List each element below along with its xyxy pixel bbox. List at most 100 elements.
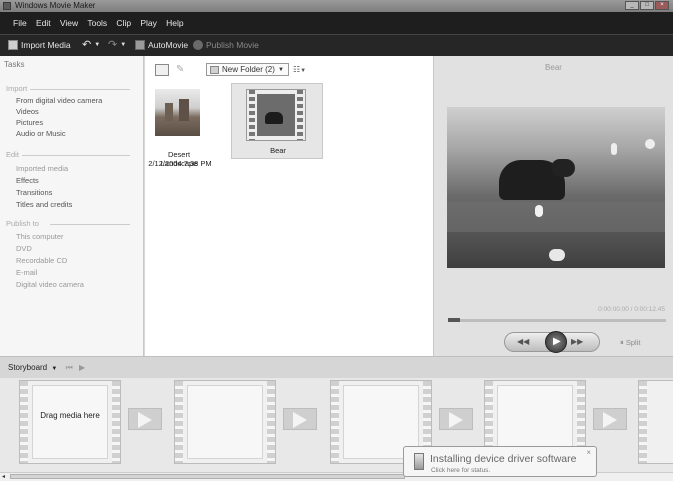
tasks-title: Tasks (4, 60, 25, 69)
publish-section-header: Publish to (6, 219, 39, 228)
playback-controls: ◀◀ ▶ ▶▶ (504, 331, 600, 353)
chevron-down-icon: ▼ (94, 42, 101, 48)
clip-thumbnail-desert[interactable] (155, 89, 200, 136)
scroll-thumb[interactable] (10, 474, 405, 479)
edit-section-header: Edit (6, 150, 19, 159)
task-this-computer[interactable]: This computer (16, 232, 64, 241)
automovie-button[interactable]: AutoMovie (135, 38, 188, 52)
automovie-label: AutoMovie (148, 40, 189, 50)
split-button[interactable]: ⏸ Split (620, 338, 640, 348)
publish-icon (193, 40, 203, 50)
chevron-down-icon: ▼ (300, 68, 307, 74)
folder-dropdown[interactable]: New Folder (2) ▼ (206, 63, 289, 76)
transition-slot[interactable] (283, 408, 317, 430)
clip-card-bear[interactable]: Bear (231, 83, 323, 159)
split-label: Split (625, 338, 641, 347)
scroll-left-icon[interactable]: ◂ (2, 473, 5, 480)
collections-icon[interactable]: ✎ (176, 64, 184, 75)
tasks-pane-toggle-button[interactable] (155, 64, 169, 76)
undo-button[interactable]: ↶ ▼ (82, 38, 100, 52)
publish-movie-button[interactable]: Publish Movie (193, 38, 259, 52)
play-icon: ▶ (553, 336, 561, 347)
task-dvd[interactable]: DVD (16, 244, 32, 253)
menu-help[interactable]: Help (166, 14, 183, 32)
transition-slot[interactable] (593, 408, 627, 430)
tasks-panel: Tasks Import From digital video camera V… (0, 56, 144, 356)
task-imported-media[interactable]: Imported media (16, 164, 68, 173)
clip-date-desert: 2/12/2004 7:38 PM (148, 159, 212, 168)
task-email[interactable]: E-mail (16, 268, 37, 277)
time-readout: 0:00:00.00 / 0:00:12.45 (598, 306, 665, 313)
divider (30, 89, 130, 90)
import-media-button[interactable]: Import Media (8, 38, 71, 52)
collection-panel: ✎ New Folder (2) ▼ ☷▼ Desert Landscape 2… (145, 56, 434, 356)
app-icon (3, 2, 11, 10)
chevron-down-icon: ▼ (278, 66, 284, 73)
storyboard-label: Storyboard (8, 363, 48, 372)
redo-icon: ↷ (108, 39, 118, 51)
menu-play[interactable]: Play (140, 14, 157, 32)
task-from-camera[interactable]: From digital video camera (16, 96, 102, 105)
forward-icon[interactable]: ▶▶ (571, 337, 583, 346)
task-videos[interactable]: Videos (16, 107, 39, 116)
play-button[interactable]: ▶ (545, 331, 567, 353)
window-title: Windows Movie Maker (15, 1, 96, 10)
menu-file[interactable]: File (13, 14, 27, 32)
storyboard-dropdown[interactable]: Storyboard ▼ ⏮ ▶ (8, 363, 85, 373)
maximize-button[interactable]: □ (640, 1, 654, 10)
folder-icon (210, 65, 219, 74)
transition-slot[interactable] (439, 408, 473, 430)
clip-name-bear: Bear (270, 146, 286, 155)
divider (50, 224, 130, 225)
undo-icon: ↶ (82, 39, 92, 51)
transition-slot[interactable] (128, 408, 162, 430)
driver-install-notification[interactable]: Installing device driver software Click … (403, 446, 597, 477)
clip-thumbnail-bear (246, 89, 306, 141)
preview-panel: Bear 0:00:00.00 / 0:00:12.45 ◀◀ ▶ ▶▶ ⏸ S… (434, 56, 673, 356)
minimize-button[interactable]: _ (625, 1, 639, 10)
preview-title: Bear (545, 63, 562, 72)
task-digital-camera[interactable]: Digital video camera (16, 280, 84, 289)
import-media-label: Import Media (21, 40, 71, 50)
import-section-header: Import (6, 84, 28, 93)
storyboard-bar: Storyboard ▼ ⏮ ▶ (0, 356, 673, 378)
video-preview (447, 107, 665, 268)
menu-view[interactable]: View (60, 14, 78, 32)
automovie-icon (135, 40, 145, 50)
task-effects[interactable]: Effects (16, 176, 39, 185)
rewind-icon[interactable]: ◀◀ (517, 337, 529, 346)
storyboard-frame[interactable] (638, 380, 673, 464)
task-audio[interactable]: Audio or Music (16, 129, 66, 138)
menu-clip[interactable]: Clip (116, 14, 131, 32)
window-controls: _ □ × (625, 1, 669, 10)
task-pictures[interactable]: Pictures (16, 118, 43, 127)
notification-subtitle: Click here for status. (431, 467, 491, 474)
storyboard-frame[interactable] (174, 380, 276, 464)
view-options-button[interactable]: ☷▼ (293, 65, 306, 74)
menu-bar: File Edit View Tools Clip Play Help (0, 12, 673, 34)
chevron-down-icon: ▼ (51, 366, 58, 372)
storyboard-frame[interactable]: Drag media here (19, 380, 121, 464)
close-icon[interactable]: × (586, 448, 591, 457)
redo-button[interactable]: ↷ ▼ (108, 38, 126, 52)
import-icon (8, 40, 18, 50)
drag-media-hint: Drag media here (40, 411, 100, 420)
toolbar: Import Media ↶ ▼ ↷ ▼ AutoMovie Publish M… (0, 34, 673, 56)
task-transitions[interactable]: Transitions (16, 188, 52, 197)
task-recordable-cd[interactable]: Recordable CD (16, 256, 67, 265)
divider (22, 155, 130, 156)
play-storyboard-icon[interactable]: ▶ (79, 363, 85, 372)
seek-handle[interactable] (448, 318, 460, 322)
publish-movie-label: Publish Movie (206, 40, 259, 50)
device-icon (414, 453, 424, 470)
notification-title: Installing device driver software (430, 453, 577, 465)
menu-tools[interactable]: Tools (87, 14, 107, 32)
close-button[interactable]: × (655, 1, 669, 10)
chevron-down-icon: ▼ (120, 42, 127, 48)
menu-edit[interactable]: Edit (36, 14, 51, 32)
title-bar: Windows Movie Maker _ □ × (0, 0, 673, 12)
skip-back-icon[interactable]: ⏮ (66, 363, 73, 372)
split-icon: ⏸ (620, 338, 624, 347)
task-titles-credits[interactable]: Titles and credits (16, 200, 72, 209)
seek-bar[interactable] (449, 319, 666, 322)
